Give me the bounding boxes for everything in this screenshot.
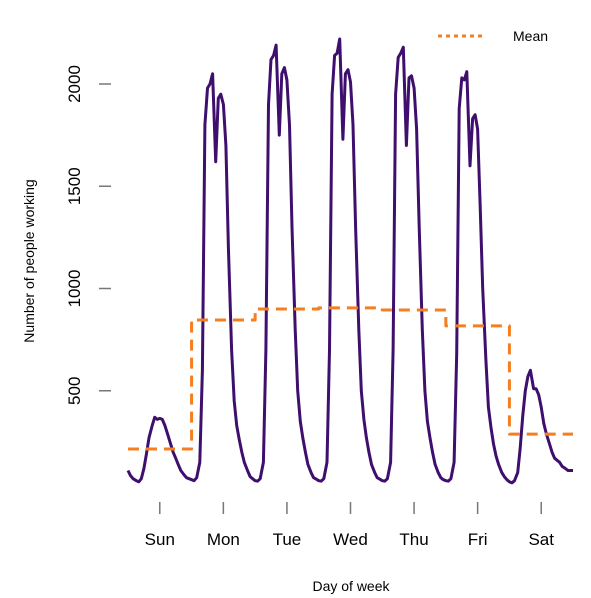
x-tick-label: Tue (273, 530, 302, 549)
y-tick-label: 1000 (65, 270, 84, 308)
legend: Mean (438, 28, 548, 44)
x-axis: Sun Mon Tue Wed Thu Fri Sat (145, 502, 554, 549)
series-line-people-working (126, 37, 573, 485)
chart: 500 1000 1500 2000 Sun Mon Tue Wed Thu Fri Sat Nu… (21, 28, 573, 594)
x-tick-label: Sun (145, 530, 175, 549)
plot-area (126, 37, 573, 485)
legend-mean-label: Mean (513, 28, 548, 44)
y-tick-label: 1500 (65, 167, 84, 205)
y-axis-title: Number of people working (21, 179, 37, 342)
y-tick-label: 2000 (65, 65, 84, 103)
x-tick-label: Fri (468, 530, 488, 549)
series-line-mean (128, 306, 573, 451)
y-axis: 500 1000 1500 2000 (65, 65, 111, 405)
x-tick-label: Sat (528, 530, 554, 549)
x-axis-title: Day of week (312, 578, 390, 594)
x-tick-label: Thu (399, 530, 428, 549)
x-tick-label: Mon (207, 530, 240, 549)
y-tick-label: 500 (65, 377, 84, 405)
x-tick-label: Wed (333, 530, 368, 549)
